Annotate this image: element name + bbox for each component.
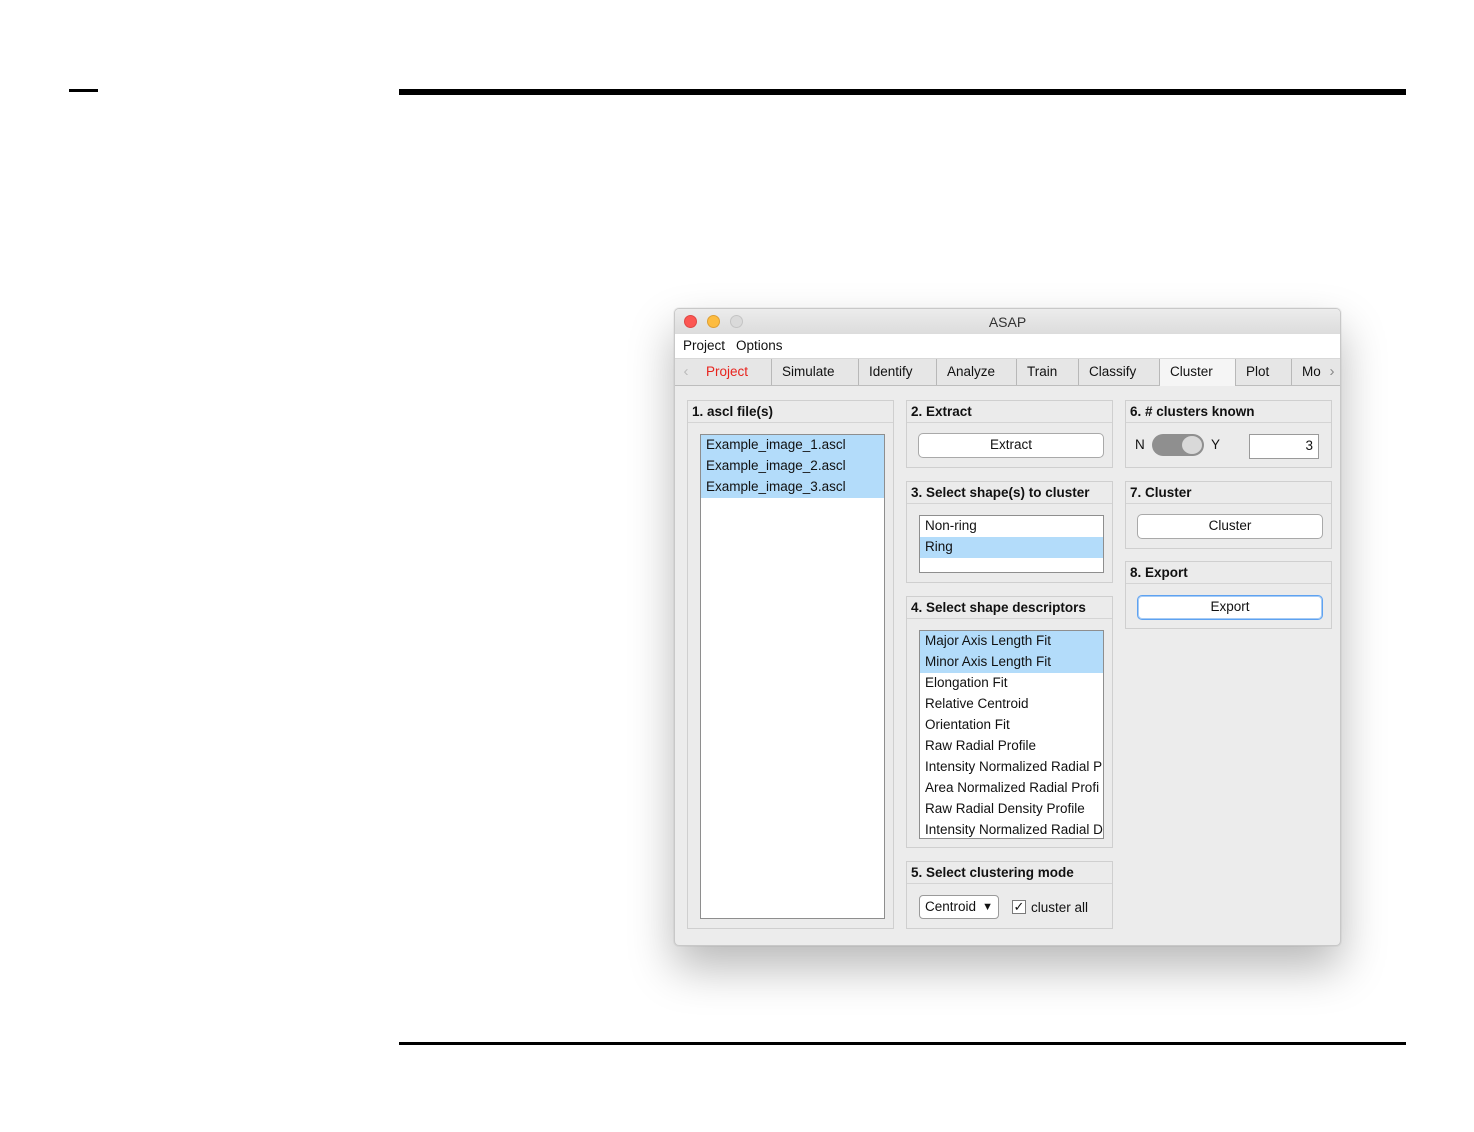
window-title: ASAP <box>988 314 1027 330</box>
list-item[interactable]: Orientation Fit <box>920 715 1103 736</box>
panel-ascl-files: 1. ascl file(s) Example_image_1.ascl Exa… <box>687 400 894 929</box>
panel-select-shapes: 3. Select shape(s) to cluster Non-ring R… <box>906 481 1113 583</box>
list-item[interactable]: Example_image_3.ascl <box>701 477 884 498</box>
list-item[interactable]: Intensity Normalized Radial P <box>920 757 1103 778</box>
tab-train[interactable]: Train <box>1017 359 1079 385</box>
toggle-label-n: N <box>1135 437 1145 452</box>
clustering-mode-value: Centroid <box>925 899 977 914</box>
title-bar[interactable]: ASAP <box>675 309 1340 334</box>
tab-cluster[interactable]: Cluster <box>1160 359 1236 386</box>
panel-title: 2. Extract <box>907 401 1112 423</box>
header-rule <box>399 89 1406 95</box>
list-item[interactable]: Relative Centroid <box>920 694 1103 715</box>
panel-title: 3. Select shape(s) to cluster <box>907 482 1112 504</box>
panel-extract: 2. Extract Extract <box>906 400 1113 468</box>
chevron-down-icon: ▼ <box>982 901 993 913</box>
tab-identify[interactable]: Identify <box>859 359 937 385</box>
descriptor-listbox[interactable]: Major Axis Length Fit Minor Axis Length … <box>919 630 1104 839</box>
panel-title: 1. ascl file(s) <box>688 401 893 423</box>
tab-scroll-left-icon[interactable]: ‹ <box>679 359 693 385</box>
menu-bar: Project Options <box>675 334 1340 359</box>
list-item[interactable]: Intensity Normalized Radial D <box>920 820 1103 838</box>
cluster-all-label: cluster all <box>1031 900 1089 915</box>
file-listbox[interactable]: Example_image_1.ascl Example_image_2.asc… <box>700 434 885 919</box>
tab-bar: ‹ Project Simulate Identify Analyze Trai… <box>675 359 1340 386</box>
footer-rule <box>399 1042 1406 1045</box>
cluster-count-input[interactable]: 3 <box>1249 434 1319 459</box>
list-item[interactable]: Example_image_1.ascl <box>701 435 884 456</box>
tab-project[interactable]: Project <box>696 359 772 385</box>
panel-clusters-known: 6. # clusters known N Y 3 <box>1125 400 1332 468</box>
list-item[interactable]: Elongation Fit <box>920 673 1103 694</box>
clustering-mode-select[interactable]: Centroid ▼ <box>919 895 999 919</box>
list-item[interactable]: Raw Radial Density Profile <box>920 799 1103 820</box>
cluster-button[interactable]: Cluster <box>1137 514 1323 539</box>
toggle-knob <box>1182 436 1202 454</box>
header-rule-short <box>69 89 98 92</box>
list-item[interactable]: Ring <box>920 537 1103 558</box>
panel-title: 8. Export <box>1126 562 1331 584</box>
panel-clustering-mode: 5. Select clustering mode Centroid ▼ ✓ c… <box>906 861 1113 929</box>
extract-button[interactable]: Extract <box>918 433 1104 458</box>
panel-title: 6. # clusters known <box>1126 401 1331 423</box>
list-item[interactable]: Example_image_2.ascl <box>701 456 884 477</box>
list-item[interactable]: Minor Axis Length Fit <box>920 652 1103 673</box>
list-item[interactable]: Major Axis Length Fit <box>920 631 1103 652</box>
tab-more[interactable]: Mo <box>1292 359 1328 385</box>
list-item[interactable]: Non-ring <box>920 516 1103 537</box>
panel-title: 5. Select clustering mode <box>907 862 1112 884</box>
asap-window: ASAP Project Options ‹ Project Simulate … <box>674 308 1341 946</box>
shape-listbox[interactable]: Non-ring Ring <box>919 515 1104 573</box>
clusters-known-toggle[interactable] <box>1152 434 1204 456</box>
panel-title: 7. Cluster <box>1126 482 1331 504</box>
export-button[interactable]: Export <box>1137 595 1323 620</box>
cluster-all-checkbox[interactable]: ✓ <box>1012 900 1026 914</box>
menu-options[interactable]: Options <box>736 338 783 353</box>
menu-project[interactable]: Project <box>683 338 725 353</box>
tab-analyze[interactable]: Analyze <box>937 359 1017 385</box>
panel-title: 4. Select shape descriptors <box>907 597 1112 619</box>
tab-plot[interactable]: Plot <box>1236 359 1292 385</box>
toggle-label-y: Y <box>1211 437 1221 452</box>
panel-cluster: 7. Cluster Cluster <box>1125 481 1332 549</box>
list-item[interactable]: Area Normalized Radial Profi <box>920 778 1103 799</box>
tab-simulate[interactable]: Simulate <box>772 359 859 385</box>
tab-classify[interactable]: Classify <box>1079 359 1160 385</box>
panel-shape-descriptors: 4. Select shape descriptors Major Axis L… <box>906 596 1113 848</box>
tab-scroll-right-icon[interactable]: › <box>1325 359 1339 385</box>
panel-export: 8. Export Export <box>1125 561 1332 629</box>
list-item[interactable]: Raw Radial Profile <box>920 736 1103 757</box>
